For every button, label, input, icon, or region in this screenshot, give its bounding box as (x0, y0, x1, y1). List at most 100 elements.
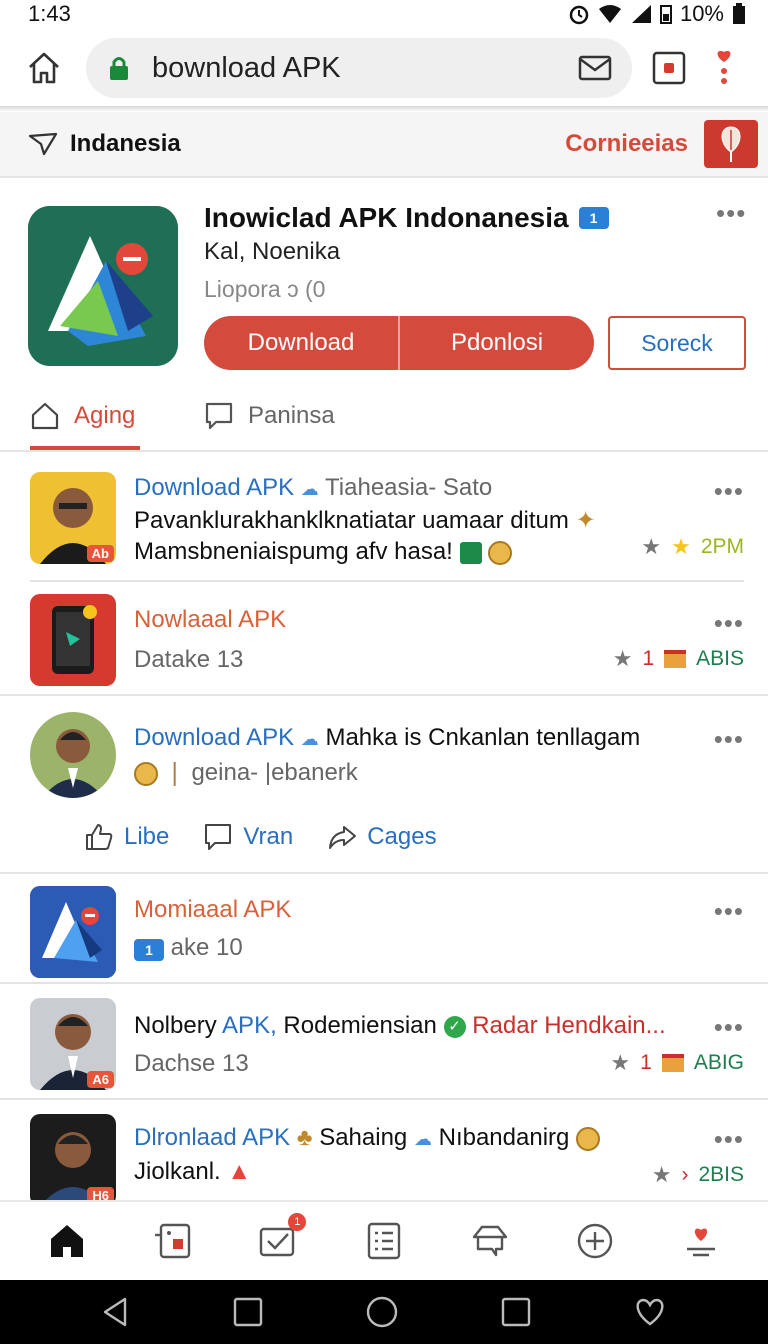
feed-author-suffix[interactable]: APK, (222, 1012, 277, 1039)
more-options-icon[interactable]: ••• (714, 1012, 744, 1043)
feed-header: Nolbery APK, Rodemiensian ✓ Radar Hendka… (134, 1012, 666, 1040)
feed-item[interactable]: Momiaaal APK 1 ake 10 ••• (0, 874, 768, 984)
tab-paninsa-label: Paninsa (248, 402, 335, 429)
more-options-icon[interactable]: ••• (714, 896, 744, 927)
feed-meta-label: ABIS (696, 647, 744, 670)
feed: Ab Download APK ☁ Tiaheasia- Sato Pavank… (0, 452, 768, 1200)
secondary-download-button[interactable]: Pdonlosi (400, 316, 594, 370)
verified-badge: 1 (578, 207, 609, 229)
feed-text-2: Mamsbneniaispumg afv hasa! (134, 538, 513, 566)
feed-author[interactable]: Download APK (134, 724, 294, 751)
feed-header: Dlronlaad APK ♣ Sahaing ☁ Nıbandanirg (134, 1124, 601, 1152)
avatar-badge: Ab (86, 545, 114, 562)
avatar[interactable]: H6 (30, 1114, 116, 1200)
heart-icon[interactable] (633, 1297, 667, 1327)
feed-author[interactable]: Nolbery (134, 1012, 217, 1039)
feed-item[interactable]: Download APK ☁ Mahka is Cnkanlan tenllag… (0, 696, 768, 874)
region-location[interactable]: Indanesia (70, 130, 565, 158)
more-options-icon[interactable]: ••• (714, 476, 744, 507)
star-icon[interactable]: ★ (613, 646, 633, 672)
tab-paninsa[interactable]: Paninsa (204, 394, 335, 438)
region-badge[interactable] (704, 120, 758, 168)
avatar[interactable]: A6 (30, 998, 116, 1090)
list-icon (367, 1222, 401, 1260)
region-action-link[interactable]: Cornieeias (565, 130, 688, 158)
tab-aging[interactable]: Aging (30, 394, 135, 438)
star-icon[interactable]: ★ (652, 1162, 672, 1188)
coin-emoji-icon (488, 540, 513, 565)
more-options-icon[interactable]: ••• (714, 608, 744, 639)
tab-aging-label: Aging (74, 402, 136, 429)
crab-emoji-icon: ✦ (575, 507, 596, 534)
share-button[interactable]: Cages (327, 822, 437, 852)
comment-button[interactable]: Vran (203, 822, 293, 852)
avatar-badge: A6 (87, 1071, 114, 1088)
feed-meta: ★ ★ 2PM (641, 534, 744, 560)
feed-item[interactable]: Ab Download APK ☁ Tiaheasia- Sato Pavank… (0, 452, 768, 582)
feed-title[interactable]: Nowlaaal APK (134, 606, 286, 634)
share-icon (329, 826, 357, 849)
home-filled-icon (50, 1225, 83, 1257)
nav-add[interactable] (573, 1219, 617, 1263)
home-circle-icon[interactable] (365, 1295, 399, 1329)
app-thumbnail[interactable] (30, 594, 116, 686)
menu-icon[interactable] (712, 48, 736, 88)
verified-cloud-icon: ☁ (300, 479, 319, 499)
nav-profile[interactable] (679, 1219, 723, 1263)
nav-list[interactable] (362, 1219, 406, 1263)
feed-meta-label: 2BIS (698, 1163, 744, 1186)
address-bar[interactable]: bownload APK (86, 38, 632, 98)
comment-label: Vran (243, 823, 294, 850)
outline-button[interactable]: Soreck (608, 316, 746, 370)
feed-item[interactable]: A6 Nolbery APK, Rodemiensian ✓ Radar Hen… (0, 984, 768, 1100)
feed-item[interactable]: H6 Dlronlaad APK ♣ Sahaing ☁ Nıbandanirg… (0, 1100, 768, 1200)
mail-icon[interactable] (578, 54, 612, 82)
back-icon[interactable] (101, 1296, 131, 1328)
comment-icon (205, 824, 232, 850)
tabs-icon[interactable] (652, 51, 686, 85)
nav-messages[interactable]: 1 (256, 1213, 307, 1263)
wifi-icon (598, 5, 621, 23)
browser-toolbar: bownload APK (0, 28, 768, 108)
phone-app-icon (52, 605, 97, 674)
feed-item[interactable]: Nowlaaal APK Datake 13 ••• ★ 1 ABIS (0, 582, 768, 696)
star-icon[interactable]: ★ (641, 534, 661, 560)
like-button[interactable]: Libe (84, 822, 169, 852)
feed-author[interactable]: Dlronlaad APK (134, 1124, 290, 1151)
download-button[interactable]: Download (204, 316, 398, 370)
star-icon[interactable]: ★ (610, 1050, 630, 1076)
more-options-icon[interactable]: ••• (714, 724, 744, 755)
feed-title[interactable]: Momiaaal APK (134, 896, 291, 924)
recents-square-icon[interactable] (233, 1297, 263, 1327)
more-options-icon[interactable]: ••• (716, 198, 746, 229)
nav-store[interactable] (468, 1219, 512, 1263)
feed-author[interactable]: Download APK (134, 474, 294, 501)
feed-header: Download APK ☁ Mahka is Cnkanlan tenllag… (134, 724, 640, 752)
alarm-icon (569, 5, 589, 25)
avatar[interactable] (30, 712, 116, 798)
feed-text: ❘ geina- |ebanerk (134, 758, 358, 787)
nav-apps[interactable] (151, 1219, 195, 1263)
feed-subtitle: ake 10 (170, 934, 243, 961)
overview-square-icon[interactable] (501, 1297, 531, 1327)
verified-cloud-icon: ☁ (413, 1129, 432, 1149)
nav-home[interactable] (45, 1219, 89, 1263)
more-options-icon[interactable]: ••• (714, 1124, 744, 1155)
feed-meta: ★ 1 ABIG (610, 1050, 744, 1076)
app-developer[interactable]: Kal, Noenika (204, 238, 340, 266)
thumbs-up-icon (86, 824, 113, 850)
avatar[interactable]: Ab (30, 472, 116, 564)
feed-subtitle: Dachse 13 (134, 1050, 249, 1077)
feed-actions: Libe Vran Cages (84, 822, 437, 852)
feed-meta: ★ › 2BIS (652, 1162, 744, 1188)
home-button[interactable] (22, 46, 66, 90)
feed-line2-row: Jiolkanl. ▲ (134, 1158, 251, 1186)
home-outline-icon (31, 402, 59, 430)
status-time: 1:43 (28, 1, 71, 26)
feed-line2: Jiolkanl. (134, 1158, 221, 1185)
active-tab-indicator (30, 446, 140, 450)
feed-meta: ★ 1 ABIS (613, 646, 744, 672)
app-icon[interactable] (28, 206, 178, 366)
app-thumbnail[interactable] (30, 886, 116, 978)
box-icon (661, 1054, 684, 1072)
